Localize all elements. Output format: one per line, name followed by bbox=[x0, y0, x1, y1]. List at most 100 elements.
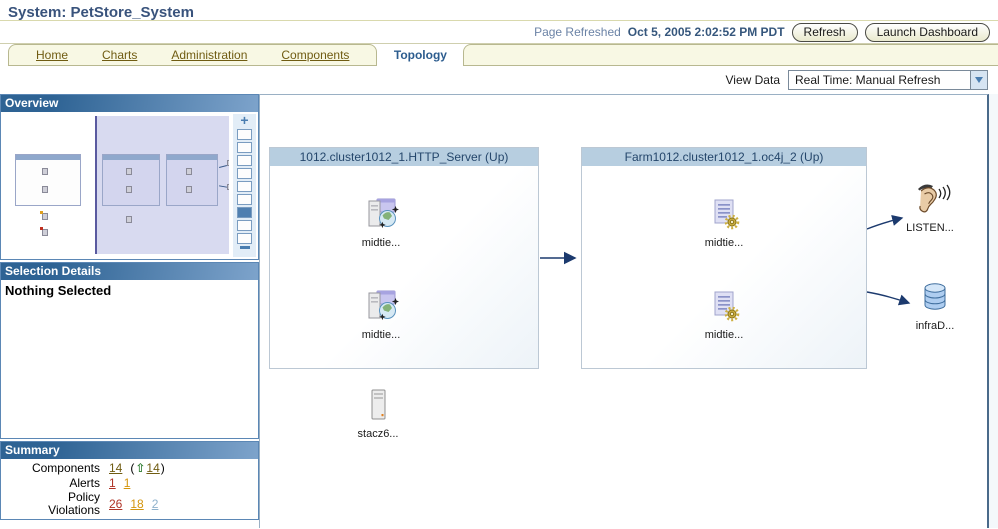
zoom-level-button-3[interactable] bbox=[237, 155, 252, 166]
policy-critical-link[interactable]: 26 bbox=[109, 497, 122, 512]
tab-charts[interactable]: Charts bbox=[85, 48, 154, 62]
zoom-in-button[interactable]: + bbox=[240, 113, 248, 127]
launch-dashboard-button[interactable]: Launch Dashboard bbox=[864, 22, 990, 42]
page-refreshed-timestamp: Oct 5, 2005 2:02:52 PM PDT bbox=[627, 25, 785, 39]
page-refreshed-label: Page Refreshed bbox=[534, 25, 621, 39]
up-arrow-icon: ⇧ bbox=[135, 461, 146, 475]
minimap-cluster-box bbox=[102, 154, 160, 206]
alerts-label: Alerts bbox=[69, 476, 100, 490]
overview-panel-header: Overview bbox=[1, 95, 258, 112]
topology-canvas[interactable]: 1012.cluster1012_1.HTTP_Server (Up) midt… bbox=[259, 94, 989, 528]
zoom-level-button-7-active[interactable] bbox=[237, 207, 252, 218]
node-label: midtie... bbox=[361, 329, 401, 341]
node-midtier-http-1[interactable]: midtie... bbox=[336, 196, 426, 249]
listener-icon bbox=[909, 181, 951, 220]
zoom-level-button-4[interactable] bbox=[237, 168, 252, 179]
tab-administration[interactable]: Administration bbox=[154, 48, 264, 62]
cluster-http-server[interactable]: 1012.cluster1012_1.HTTP_Server (Up) midt… bbox=[269, 147, 539, 369]
node-midtier-oc4j-1[interactable]: midtie... bbox=[679, 196, 769, 249]
summary-components-row: Components 14 ( ⇧ 14 ) bbox=[1, 461, 258, 476]
content-area: Overview + Selection Details Nothing Sel… bbox=[0, 94, 998, 528]
node-infra-database[interactable]: infraD... bbox=[890, 279, 980, 332]
refresh-row: Page Refreshed Oct 5, 2005 2:02:52 PM PD… bbox=[0, 21, 998, 44]
view-data-row: View Data Real Time: Manual Refresh bbox=[0, 66, 998, 94]
tab-topology-active[interactable]: Topology bbox=[377, 44, 464, 66]
summary-alerts-row: Alerts 1 1 bbox=[1, 476, 258, 491]
minimap-cluster-title bbox=[167, 155, 217, 160]
selection-details-body: Nothing Selected bbox=[1, 280, 258, 438]
cluster-oc4j-title[interactable]: Farm1012.cluster1012_1.oc4j_2 (Up) bbox=[582, 148, 866, 166]
minimap-node-icon bbox=[126, 216, 132, 223]
view-data-selected-value: Real Time: Manual Refresh bbox=[795, 73, 941, 87]
zoom-level-button-9[interactable] bbox=[237, 233, 252, 244]
node-label: stacz6... bbox=[357, 428, 399, 440]
zoom-level-button-5[interactable] bbox=[237, 181, 252, 192]
minimap-node-icon bbox=[186, 168, 192, 175]
tab-segment-filler bbox=[463, 44, 998, 66]
minimap-node-icon bbox=[227, 184, 229, 190]
view-data-label: View Data bbox=[725, 73, 780, 87]
http-server-icon bbox=[363, 288, 400, 327]
minimap-node-icon bbox=[126, 168, 132, 175]
cluster-http-server-title[interactable]: 1012.cluster1012_1.HTTP_Server (Up) bbox=[270, 148, 538, 166]
http-server-icon bbox=[363, 196, 400, 235]
database-icon bbox=[917, 279, 953, 318]
policy-warning-link[interactable]: 18 bbox=[130, 497, 143, 512]
tab-components[interactable]: Components bbox=[264, 48, 366, 62]
page-title: System: PetStore_System bbox=[8, 4, 194, 21]
alerts-critical-link[interactable]: 1 bbox=[109, 476, 116, 491]
policy-info-link[interactable]: 2 bbox=[152, 497, 159, 512]
components-total-link[interactable]: 14 bbox=[109, 461, 122, 476]
sidebar: Overview + Selection Details Nothing Sel… bbox=[0, 94, 259, 528]
host-icon bbox=[361, 387, 395, 426]
paren-close: ) bbox=[160, 461, 165, 475]
overview-body: + bbox=[1, 112, 258, 259]
zoom-level-button-6[interactable] bbox=[237, 194, 252, 205]
tab-bar: Home Charts Administration Components To… bbox=[0, 44, 998, 66]
components-up-group: ( ⇧ 14 ) bbox=[130, 461, 164, 476]
em-topology-page: System: PetStore_System Page Refreshed O… bbox=[0, 0, 998, 529]
topology-minimap[interactable] bbox=[6, 116, 229, 254]
node-midtier-http-2[interactable]: midtie... bbox=[336, 288, 426, 341]
node-label: infraD... bbox=[915, 320, 955, 332]
policy-violations-label: Policy Violations bbox=[48, 490, 100, 517]
minimap-node-icon bbox=[126, 186, 132, 193]
oc4j-icon bbox=[706, 196, 742, 235]
zoom-level-button-2[interactable] bbox=[237, 142, 252, 153]
components-label: Components bbox=[31, 461, 100, 475]
zoom-level-button-8[interactable] bbox=[237, 220, 252, 231]
tab-segment-links: Home Charts Administration Components bbox=[8, 44, 378, 66]
header: System: PetStore_System bbox=[0, 0, 998, 21]
selection-details-text: Nothing Selected bbox=[5, 283, 112, 298]
minimap-node-icon bbox=[42, 213, 48, 220]
node-midtier-oc4j-2[interactable]: midtie... bbox=[679, 288, 769, 341]
view-data-select[interactable]: Real Time: Manual Refresh bbox=[788, 70, 988, 90]
node-label: midtie... bbox=[704, 329, 744, 341]
summary-header: Summary bbox=[1, 442, 258, 459]
summary-panel: Summary Components 14 ( ⇧ 14 ) Alerts 1 … bbox=[0, 441, 259, 520]
selection-details-panel: Selection Details Nothing Selected bbox=[0, 262, 259, 439]
minimap-warning-dot bbox=[40, 211, 43, 214]
select-dropdown-button[interactable] bbox=[970, 71, 987, 89]
zoom-out-button[interactable] bbox=[239, 246, 250, 249]
refresh-button[interactable]: Refresh bbox=[791, 22, 858, 42]
minimap-cluster-title bbox=[16, 155, 80, 160]
alerts-warning-link[interactable]: 1 bbox=[124, 476, 131, 491]
minimap-node-icon bbox=[186, 186, 192, 193]
node-label: midtie... bbox=[361, 237, 401, 249]
topology-canvas-wrap: 1012.cluster1012_1.HTTP_Server (Up) midt… bbox=[259, 94, 998, 528]
selection-details-header: Selection Details bbox=[1, 263, 258, 280]
node-host-stacz6[interactable]: stacz6... bbox=[333, 387, 423, 440]
minimap-cluster-box bbox=[166, 154, 218, 206]
cluster-oc4j[interactable]: Farm1012.cluster1012_1.oc4j_2 (Up) midti… bbox=[581, 147, 867, 369]
node-label: midtie... bbox=[704, 237, 744, 249]
minimap-node-icon bbox=[42, 229, 48, 236]
minimap-node-icon bbox=[42, 186, 48, 193]
minimap-node-icon bbox=[227, 160, 229, 166]
summary-body: Components 14 ( ⇧ 14 ) Alerts 1 1 Policy… bbox=[1, 459, 258, 517]
tab-home[interactable]: Home bbox=[19, 48, 85, 62]
node-listener[interactable]: LISTEN... bbox=[885, 181, 975, 234]
zoom-level-button-1[interactable] bbox=[237, 129, 252, 140]
components-up-link[interactable]: 14 bbox=[146, 461, 159, 476]
chevron-down-icon bbox=[975, 77, 983, 83]
